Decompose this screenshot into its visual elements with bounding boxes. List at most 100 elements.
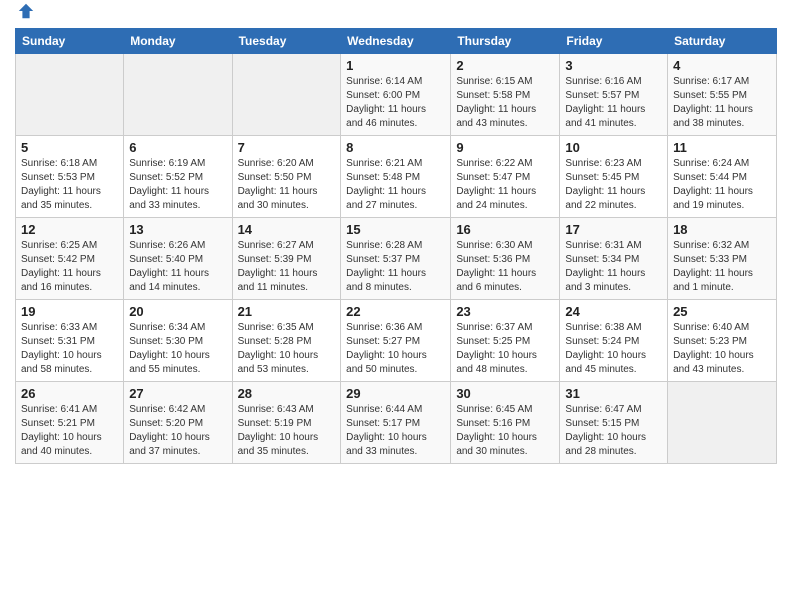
day-number: 20 (129, 304, 226, 319)
day-info: Sunrise: 6:26 AM Sunset: 5:40 PM Dayligh… (129, 239, 226, 295)
day-info: Sunrise: 6:16 AM Sunset: 5:57 PM Dayligh… (565, 75, 662, 131)
calendar-cell: 7 Sunrise: 6:20 AM Sunset: 5:50 PM Daylig… (232, 136, 341, 218)
weekday-header: Sunday (16, 29, 124, 54)
logo-icon (17, 2, 35, 20)
day-info: Sunrise: 6:17 AM Sunset: 5:55 PM Dayligh… (673, 75, 771, 131)
day-number: 1 (346, 58, 445, 73)
calendar-cell: 4 Sunrise: 6:17 AM Sunset: 5:55 PM Daylig… (668, 54, 777, 136)
calendar-cell: 26 Sunrise: 6:41 AM Sunset: 5:21 PM Dayli… (16, 382, 124, 464)
day-number: 16 (456, 222, 554, 237)
day-info: Sunrise: 6:44 AM Sunset: 5:17 PM Dayligh… (346, 403, 445, 459)
calendar-cell: 17 Sunrise: 6:31 AM Sunset: 5:34 PM Dayli… (560, 218, 668, 300)
calendar-cell: 15 Sunrise: 6:28 AM Sunset: 5:37 PM Dayli… (341, 218, 451, 300)
day-number: 27 (129, 386, 226, 401)
day-info: Sunrise: 6:25 AM Sunset: 5:42 PM Dayligh… (21, 239, 118, 295)
day-number: 14 (238, 222, 336, 237)
calendar-cell: 9 Sunrise: 6:22 AM Sunset: 5:47 PM Daylig… (451, 136, 560, 218)
weekday-header: Thursday (451, 29, 560, 54)
day-number: 24 (565, 304, 662, 319)
calendar-cell: 30 Sunrise: 6:45 AM Sunset: 5:16 PM Dayli… (451, 382, 560, 464)
day-info: Sunrise: 6:15 AM Sunset: 5:58 PM Dayligh… (456, 75, 554, 131)
day-info: Sunrise: 6:40 AM Sunset: 5:23 PM Dayligh… (673, 321, 771, 377)
day-info: Sunrise: 6:37 AM Sunset: 5:25 PM Dayligh… (456, 321, 554, 377)
calendar-cell (668, 382, 777, 464)
calendar-cell: 19Sunrise: 6:33 AM Sunset: 5:31 PM Dayli… (16, 300, 124, 382)
day-number: 22 (346, 304, 445, 319)
calendar-week-row: 12 Sunrise: 6:25 AM Sunset: 5:42 PM Dayli… (16, 218, 777, 300)
day-number: 10 (565, 140, 662, 155)
day-number: 7 (238, 140, 336, 155)
calendar-cell: 29Sunrise: 6:44 AM Sunset: 5:17 PM Dayli… (341, 382, 451, 464)
day-info: Sunrise: 6:20 AM Sunset: 5:50 PM Dayligh… (238, 157, 336, 213)
day-info: Sunrise: 6:27 AM Sunset: 5:39 PM Dayligh… (238, 239, 336, 295)
calendar-cell: 14 Sunrise: 6:27 AM Sunset: 5:39 PM Dayli… (232, 218, 341, 300)
calendar-week-row: 5Sunrise: 6:18 AM Sunset: 5:53 PM Daylig… (16, 136, 777, 218)
day-number: 11 (673, 140, 771, 155)
day-number: 31 (565, 386, 662, 401)
calendar-cell (124, 54, 232, 136)
day-info: Sunrise: 6:42 AM Sunset: 5:20 PM Dayligh… (129, 403, 226, 459)
day-info: Sunrise: 6:14 AM Sunset: 6:00 PM Dayligh… (346, 75, 445, 131)
day-number: 12 (21, 222, 118, 237)
calendar-cell: 11Sunrise: 6:24 AM Sunset: 5:44 PM Dayli… (668, 136, 777, 218)
day-number: 8 (346, 140, 445, 155)
weekday-header: Friday (560, 29, 668, 54)
day-number: 4 (673, 58, 771, 73)
day-info: Sunrise: 6:45 AM Sunset: 5:16 PM Dayligh… (456, 403, 554, 459)
day-info: Sunrise: 6:19 AM Sunset: 5:52 PM Dayligh… (129, 157, 226, 213)
calendar-cell: 22 Sunrise: 6:36 AM Sunset: 5:27 PM Dayli… (341, 300, 451, 382)
day-info: Sunrise: 6:47 AM Sunset: 5:15 PM Dayligh… (565, 403, 662, 459)
calendar-cell: 21Sunrise: 6:35 AM Sunset: 5:28 PM Dayli… (232, 300, 341, 382)
day-number: 30 (456, 386, 554, 401)
calendar-cell: 16Sunrise: 6:30 AM Sunset: 5:36 PM Dayli… (451, 218, 560, 300)
day-info: Sunrise: 6:28 AM Sunset: 5:37 PM Dayligh… (346, 239, 445, 295)
weekday-header: Wednesday (341, 29, 451, 54)
day-number: 21 (238, 304, 336, 319)
calendar-cell: 5Sunrise: 6:18 AM Sunset: 5:53 PM Daylig… (16, 136, 124, 218)
day-number: 18 (673, 222, 771, 237)
day-number: 2 (456, 58, 554, 73)
calendar-cell: 24Sunrise: 6:38 AM Sunset: 5:24 PM Dayli… (560, 300, 668, 382)
day-info: Sunrise: 6:32 AM Sunset: 5:33 PM Dayligh… (673, 239, 771, 295)
day-info: Sunrise: 6:34 AM Sunset: 5:30 PM Dayligh… (129, 321, 226, 377)
day-number: 19 (21, 304, 118, 319)
day-number: 26 (21, 386, 118, 401)
day-info: Sunrise: 6:43 AM Sunset: 5:19 PM Dayligh… (238, 403, 336, 459)
day-number: 15 (346, 222, 445, 237)
calendar-cell: 3Sunrise: 6:16 AM Sunset: 5:57 PM Daylig… (560, 54, 668, 136)
page-container: SundayMondayTuesdayWednesdayThursdayFrid… (0, 0, 792, 612)
calendar-cell: 8 Sunrise: 6:21 AM Sunset: 5:48 PM Daylig… (341, 136, 451, 218)
day-info: Sunrise: 6:31 AM Sunset: 5:34 PM Dayligh… (565, 239, 662, 295)
weekday-header: Tuesday (232, 29, 341, 54)
calendar-cell: 10 Sunrise: 6:23 AM Sunset: 5:45 PM Dayli… (560, 136, 668, 218)
calendar-header-row: SundayMondayTuesdayWednesdayThursdayFrid… (16, 29, 777, 54)
day-number: 28 (238, 386, 336, 401)
day-info: Sunrise: 6:41 AM Sunset: 5:21 PM Dayligh… (21, 403, 118, 459)
calendar-week-row: 1 Sunrise: 6:14 AM Sunset: 6:00 PM Daylig… (16, 54, 777, 136)
calendar-cell (16, 54, 124, 136)
header (15, 10, 777, 20)
calendar-cell: 31 Sunrise: 6:47 AM Sunset: 5:15 PM Dayli… (560, 382, 668, 464)
calendar-cell: 20 Sunrise: 6:34 AM Sunset: 5:30 PM Dayli… (124, 300, 232, 382)
calendar-cell: 27 Sunrise: 6:42 AM Sunset: 5:20 PM Dayli… (124, 382, 232, 464)
calendar-cell: 25Sunrise: 6:40 AM Sunset: 5:23 PM Dayli… (668, 300, 777, 382)
day-number: 17 (565, 222, 662, 237)
day-number: 5 (21, 140, 118, 155)
day-info: Sunrise: 6:22 AM Sunset: 5:47 PM Dayligh… (456, 157, 554, 213)
day-number: 13 (129, 222, 226, 237)
calendar-cell: 6 Sunrise: 6:19 AM Sunset: 5:52 PM Daylig… (124, 136, 232, 218)
day-info: Sunrise: 6:21 AM Sunset: 5:48 PM Dayligh… (346, 157, 445, 213)
calendar-table: SundayMondayTuesdayWednesdayThursdayFrid… (15, 28, 777, 464)
calendar-cell: 12 Sunrise: 6:25 AM Sunset: 5:42 PM Dayli… (16, 218, 124, 300)
calendar-cell (232, 54, 341, 136)
calendar-week-row: 19Sunrise: 6:33 AM Sunset: 5:31 PM Dayli… (16, 300, 777, 382)
day-info: Sunrise: 6:36 AM Sunset: 5:27 PM Dayligh… (346, 321, 445, 377)
day-number: 9 (456, 140, 554, 155)
day-number: 6 (129, 140, 226, 155)
weekday-header: Monday (124, 29, 232, 54)
day-info: Sunrise: 6:23 AM Sunset: 5:45 PM Dayligh… (565, 157, 662, 213)
logo (15, 10, 35, 20)
calendar-week-row: 26 Sunrise: 6:41 AM Sunset: 5:21 PM Dayli… (16, 382, 777, 464)
weekday-header: Saturday (668, 29, 777, 54)
calendar-cell: 1 Sunrise: 6:14 AM Sunset: 6:00 PM Daylig… (341, 54, 451, 136)
